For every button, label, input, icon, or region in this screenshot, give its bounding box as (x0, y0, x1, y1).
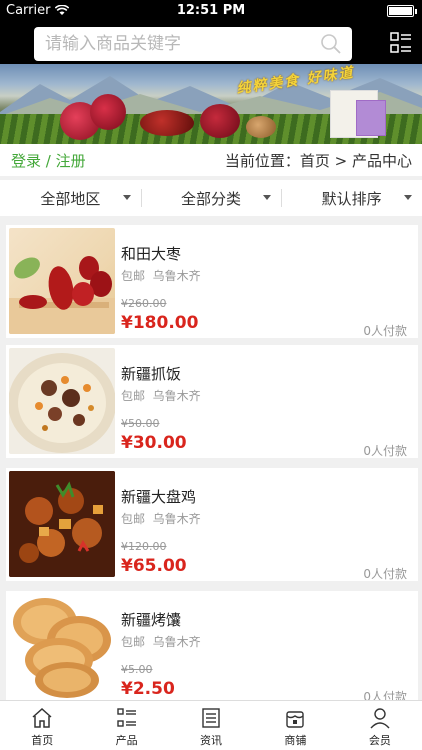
product-city: 乌鲁木齐 (152, 635, 201, 649)
breadcrumb: 当前位置：首页 > 产品中心 (224, 152, 412, 170)
app-screen: Carrier 12:51 PM 请输入商品关键字 纯粹美食 好味道 登录 / … (0, 0, 422, 750)
sales-count: 0人付款 (363, 324, 407, 338)
product-image (9, 348, 115, 454)
menu-grid-icon[interactable] (390, 32, 412, 54)
dropdown-arrow-icon (263, 195, 272, 200)
product-item[interactable]: 新疆大盘鸡 包邮 乌鲁木齐 ¥120.00 ¥65.00 0人付款 (6, 468, 418, 581)
tab-shop[interactable]: 商铺 (253, 701, 337, 750)
shipping-info: 包邮 乌鲁木齐 (121, 387, 201, 404)
original-price: ¥120.00 (121, 540, 167, 553)
pilaf-picture (9, 353, 115, 453)
tab-label: 会员 (368, 734, 391, 747)
shipping-info: 包邮 乌鲁木齐 (121, 510, 201, 527)
product-item[interactable]: 新疆烤馕 包邮 乌鲁木齐 ¥5.00 ¥2.50 0人付款 (6, 591, 418, 704)
product-image (9, 471, 115, 577)
header (0, 22, 422, 64)
tab-member[interactable]: 会员 (338, 701, 422, 750)
tab-label: 首页 (31, 734, 54, 747)
free-shipping-label: 包邮 (121, 389, 146, 403)
product-name: 新疆烤馕 (121, 611, 182, 629)
home-icon (32, 707, 52, 728)
search-box[interactable] (34, 27, 352, 61)
user-icon (370, 708, 390, 729)
product-name: 新疆大盘鸡 (121, 488, 197, 506)
tab-label: 产品 (115, 734, 138, 747)
search-input[interactable] (45, 34, 315, 54)
filter-sort[interactable]: 默认排序 (281, 180, 422, 216)
sales-count: 0人付款 (363, 444, 407, 458)
product-item[interactable]: 和田大枣 包邮 乌鲁木齐 ¥260.00 ¥180.00 0人付款 (6, 225, 418, 338)
list-icon (116, 708, 136, 727)
product-city: 乌鲁木齐 (152, 269, 201, 283)
status-time: 12:51 PM (176, 3, 246, 18)
news-icon (202, 708, 220, 728)
free-shipping-label: 包邮 (121, 269, 146, 283)
filter-label: 全部分类 (181, 189, 242, 208)
shop-icon (286, 711, 305, 728)
tab-label: 资讯 (200, 734, 223, 747)
pomegranate-graphic (90, 94, 126, 130)
filter-label: 默认排序 (321, 189, 382, 208)
original-price: ¥5.00 (121, 663, 153, 676)
filter-bar: 全部地区 全部分类 默认排序 (0, 180, 422, 216)
free-shipping-label: 包邮 (121, 512, 146, 526)
shipping-info: 包邮 乌鲁木齐 (121, 267, 201, 284)
pomegranate-graphic (200, 104, 240, 138)
status-bar: Carrier 12:51 PM (0, 0, 422, 22)
bottom-tab-bar: 首页 产品 资讯 商铺 会员 (0, 700, 422, 750)
product-image (9, 594, 115, 700)
filter-category[interactable]: 全部分类 (140, 180, 282, 216)
filter-label: 全部地区 (40, 189, 101, 208)
dropdown-arrow-icon (122, 195, 131, 200)
product-name: 和田大枣 (121, 245, 182, 263)
walnut-graphic (246, 116, 276, 138)
dropdown-arrow-icon (404, 195, 413, 200)
tab-news[interactable]: 资讯 (169, 701, 253, 750)
product-city: 乌鲁木齐 (152, 512, 201, 526)
naan-picture (13, 598, 111, 698)
product-item[interactable]: 新疆抓饭 包邮 乌鲁木齐 ¥50.00 ¥30.00 0人付款 (6, 345, 418, 458)
sale-price: ¥2.50 (121, 679, 175, 699)
battery-icon (387, 5, 417, 17)
product-box-graphic (356, 100, 386, 136)
promo-banner[interactable]: 纯粹美食 好味道 (0, 64, 422, 144)
tab-products[interactable]: 产品 (84, 701, 168, 750)
shipping-info: 包邮 乌鲁木齐 (121, 633, 201, 650)
search-icon[interactable] (320, 33, 342, 55)
product-image (9, 228, 115, 334)
sales-count: 0人付款 (363, 567, 407, 581)
sale-price: ¥30.00 (121, 433, 187, 453)
login-register-link[interactable]: 登录 / 注册 (11, 150, 86, 171)
original-price: ¥50.00 (121, 417, 160, 430)
big-plate-chicken-picture (9, 471, 115, 577)
tab-label: 商铺 (284, 734, 307, 747)
sale-price: ¥180.00 (121, 313, 199, 333)
location-bar: 登录 / 注册 当前位置：首页 > 产品中心 (0, 144, 422, 176)
sale-price: ¥65.00 (121, 556, 187, 576)
tab-home[interactable]: 首页 (0, 701, 84, 750)
free-shipping-label: 包邮 (121, 635, 146, 649)
original-price: ¥260.00 (121, 297, 167, 310)
filter-region[interactable]: 全部地区 (0, 180, 141, 216)
dates-graphic (140, 110, 194, 136)
product-name: 新疆抓饭 (121, 365, 182, 383)
red-dates-picture (9, 256, 115, 334)
product-city: 乌鲁木齐 (152, 389, 201, 403)
